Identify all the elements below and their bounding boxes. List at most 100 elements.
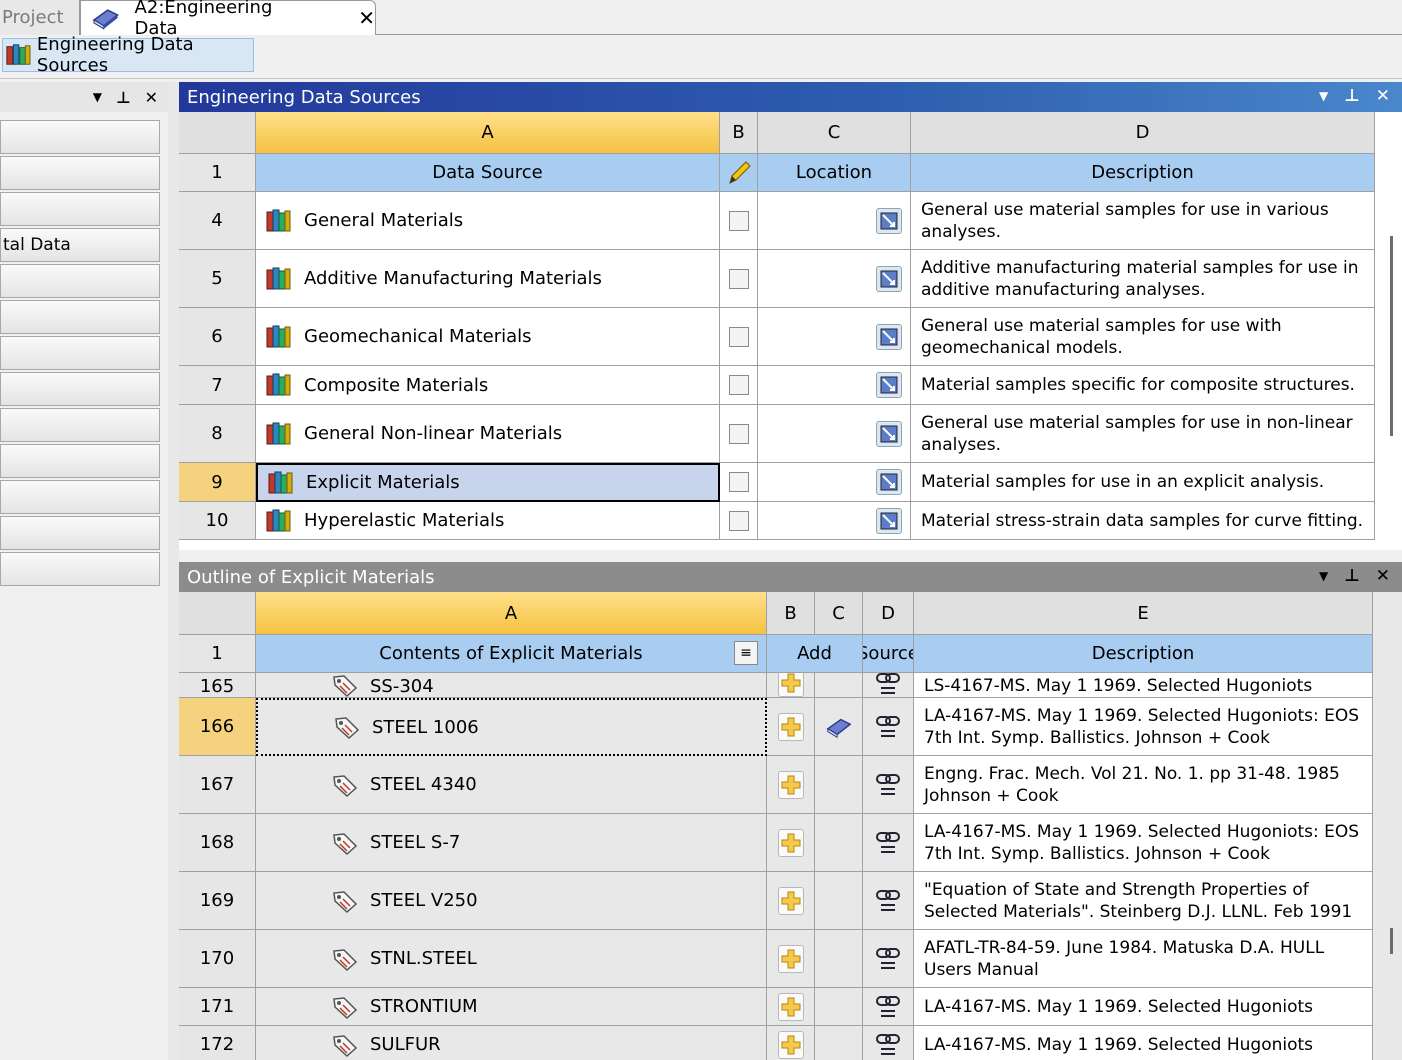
tab-engineering-data[interactable]: A2:Engineering Data ✕ <box>80 0 376 39</box>
splitter[interactable] <box>168 82 179 1060</box>
row-number[interactable]: 166 <box>179 698 256 756</box>
row-number[interactable]: 168 <box>179 814 256 872</box>
edit-checkbox[interactable] <box>728 210 749 231</box>
add-plus-icon[interactable] <box>777 944 804 973</box>
toolbox-item[interactable] <box>0 156 160 190</box>
row-number[interactable]: 7 <box>179 366 256 405</box>
browse-location-icon[interactable] <box>876 372 902 398</box>
link-icon[interactable] <box>875 946 901 972</box>
add-plus-icon[interactable] <box>777 712 804 741</box>
link-icon[interactable] <box>875 1032 901 1058</box>
header-edit[interactable] <box>720 154 758 192</box>
add-plus-icon[interactable] <box>777 1030 804 1059</box>
dropdown-icon[interactable]: ▼ <box>1319 566 1328 586</box>
data-source-cell[interactable]: General Non-linear Materials <box>256 405 720 463</box>
link-icon[interactable] <box>875 830 901 856</box>
outline-scrollbar[interactable] <box>1390 928 1393 954</box>
toolbox-item[interactable] <box>0 336 160 370</box>
material-cell[interactable]: STRONTIUM <box>256 988 767 1026</box>
data-source-cell[interactable]: Geomechanical Materials <box>256 308 720 366</box>
browse-location-icon[interactable] <box>876 469 902 495</box>
material-cell[interactable]: STEEL S-7 <box>256 814 767 872</box>
row-number[interactable]: 167 <box>179 756 256 814</box>
header-contents[interactable]: Contents of Explicit Materials ≡ <box>256 635 767 673</box>
column-letter-a[interactable]: A <box>256 112 720 154</box>
column-letter-e[interactable]: E <box>914 592 1373 635</box>
row-number[interactable]: 8 <box>179 405 256 463</box>
toolbox-item[interactable] <box>0 516 160 550</box>
add-plus-icon[interactable] <box>777 992 804 1021</box>
link-icon[interactable] <box>875 994 901 1020</box>
toolbox-item[interactable] <box>0 192 160 226</box>
edit-checkbox[interactable] <box>728 268 749 289</box>
close-icon[interactable]: ✕ <box>145 88 158 107</box>
pin-icon[interactable]: ⊥ <box>1344 566 1360 586</box>
close-icon[interactable]: ✕ <box>1376 86 1390 106</box>
tab-project[interactable]: Project <box>0 0 80 35</box>
engineering-data-sources-button[interactable]: Engineering Data Sources <box>2 34 254 76</box>
browse-location-icon[interactable] <box>876 420 902 447</box>
data-source-cell[interactable]: Additive Manufacturing Materials <box>256 250 720 308</box>
material-cell[interactable]: STEEL 4340 <box>256 756 767 814</box>
row-number[interactable]: 6 <box>179 308 256 366</box>
row-number[interactable]: 5 <box>179 250 256 308</box>
toolbox-item[interactable] <box>0 120 160 154</box>
edit-checkbox[interactable] <box>728 510 749 531</box>
row-number[interactable]: 9 <box>179 463 256 502</box>
toolbox-item[interactable] <box>0 552 160 586</box>
pin-icon[interactable]: ⊥ <box>116 88 131 107</box>
dropdown-icon[interactable]: ▼ <box>1319 86 1328 106</box>
toolbox-item[interactable] <box>0 444 160 478</box>
browse-location-icon[interactable] <box>876 323 902 350</box>
browse-location-icon[interactable] <box>876 507 902 534</box>
pin-icon[interactable]: ⊥ <box>1344 86 1360 106</box>
row-number[interactable]: 4 <box>179 192 256 250</box>
sources-scrollbar[interactable] <box>1390 236 1393 436</box>
link-icon[interactable] <box>875 714 901 740</box>
column-letter-a[interactable]: A <box>256 592 767 635</box>
edit-checkbox[interactable] <box>728 423 749 444</box>
link-icon[interactable] <box>875 673 901 697</box>
material-cell[interactable]: STEEL 1006 <box>256 698 767 756</box>
data-source-cell[interactable]: Composite Materials <box>256 366 720 405</box>
row-number[interactable]: 172 <box>179 1026 256 1060</box>
column-letter-c[interactable]: C <box>815 592 863 635</box>
add-plus-icon[interactable] <box>777 828 804 857</box>
row-number[interactable]: 169 <box>179 872 256 930</box>
row-number[interactable]: 10 <box>179 502 256 540</box>
row-number[interactable]: 1 <box>179 635 256 673</box>
row-number[interactable]: 170 <box>179 930 256 988</box>
column-letter-c[interactable]: C <box>758 112 911 154</box>
browse-location-icon[interactable] <box>876 265 902 292</box>
row-number[interactable]: 165 <box>179 673 256 698</box>
row-number[interactable]: 171 <box>179 988 256 1026</box>
column-letter-b[interactable]: B <box>720 112 758 154</box>
header-add[interactable]: Add <box>767 635 863 673</box>
edit-checkbox[interactable] <box>728 375 749 395</box>
toolbox-item[interactable] <box>0 372 160 406</box>
data-source-cell[interactable]: Explicit Materials <box>256 463 720 502</box>
data-source-cell[interactable]: General Materials <box>256 192 720 250</box>
edit-checkbox[interactable] <box>728 472 749 492</box>
header-description[interactable]: Description <box>911 154 1375 192</box>
add-plus-icon[interactable] <box>777 673 804 697</box>
toolbox-item[interactable] <box>0 300 160 334</box>
toolbox-item[interactable] <box>0 408 160 442</box>
edit-checkbox[interactable] <box>728 326 749 347</box>
header-location[interactable]: Location <box>758 154 911 192</box>
add-plus-icon[interactable] <box>777 770 804 799</box>
dropdown-icon[interactable]: ▼ <box>93 90 102 104</box>
data-source-cell[interactable]: Hyperelastic Materials <box>256 502 720 540</box>
close-icon[interactable]: ✕ <box>358 6 375 30</box>
toolbox-item[interactable]: tal Data <box>0 228 160 262</box>
add-plus-icon[interactable] <box>777 886 804 915</box>
header-description[interactable]: Description <box>914 635 1373 673</box>
link-icon[interactable] <box>875 888 901 914</box>
header-source[interactable]: Source <box>863 635 914 673</box>
link-icon[interactable] <box>875 772 901 798</box>
material-cell[interactable]: SS-304 <box>256 673 767 698</box>
material-cell[interactable]: STEEL V250 <box>256 872 767 930</box>
column-letter-d[interactable]: D <box>911 112 1375 154</box>
browse-location-icon[interactable] <box>876 207 902 234</box>
material-cell[interactable]: STNL.STEEL <box>256 930 767 988</box>
